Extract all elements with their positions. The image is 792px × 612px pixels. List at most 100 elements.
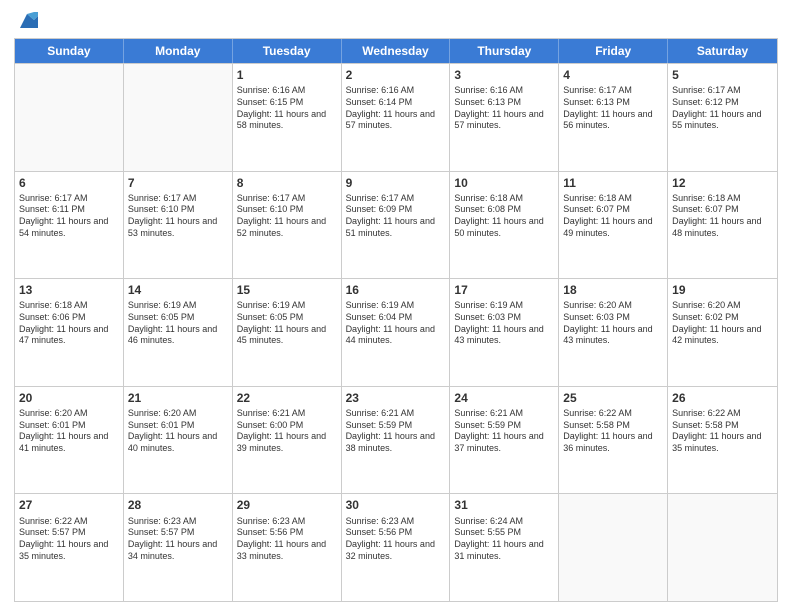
header-day: Sunday <box>15 39 124 63</box>
cell-info: Sunrise: 6:23 AM Sunset: 5:57 PM Dayligh… <box>128 516 228 563</box>
cell-info: Sunrise: 6:21 AM Sunset: 5:59 PM Dayligh… <box>454 408 554 455</box>
calendar-cell: 13Sunrise: 6:18 AM Sunset: 6:06 PM Dayli… <box>15 279 124 386</box>
header-day: Friday <box>559 39 668 63</box>
calendar-cell: 3 Sunrise: 6:16 AM Sunset: 6:13 PM Daylig… <box>450 64 559 171</box>
day-number: 16 <box>346 282 446 298</box>
day-number: 26 <box>672 390 773 406</box>
cell-info: Sunrise: 6:18 AM Sunset: 6:08 PM Dayligh… <box>454 193 554 240</box>
day-number: 27 <box>19 497 119 513</box>
day-number: 30 <box>346 497 446 513</box>
day-number: 12 <box>672 175 773 191</box>
calendar-cell <box>124 64 233 171</box>
calendar-row: 1 Sunrise: 6:16 AM Sunset: 6:15 PM Daylig… <box>15 63 777 171</box>
header-day: Wednesday <box>342 39 451 63</box>
cell-info: Sunrise: 6:19 AM Sunset: 6:03 PM Dayligh… <box>454 300 554 347</box>
calendar: SundayMondayTuesdayWednesdayThursdayFrid… <box>14 38 778 602</box>
calendar-cell: 21 Sunrise: 6:20 AM Sunset: 6:01 PM Dayli… <box>124 387 233 494</box>
calendar-cell: 25Sunrise: 6:22 AM Sunset: 5:58 PM Dayli… <box>559 387 668 494</box>
cell-info: Sunrise: 6:19 AM Sunset: 6:04 PM Dayligh… <box>346 300 446 347</box>
day-number: 2 <box>346 67 446 83</box>
day-number: 22 <box>237 390 337 406</box>
day-number: 23 <box>346 390 446 406</box>
calendar-cell: 24 Sunrise: 6:21 AM Sunset: 5:59 PM Dayli… <box>450 387 559 494</box>
cell-info: Sunrise: 6:18 AM Sunset: 6:07 PM Dayligh… <box>563 193 663 240</box>
day-number: 7 <box>128 175 228 191</box>
day-number: 24 <box>454 390 554 406</box>
calendar-cell: 4 Sunrise: 6:17 AM Sunset: 6:13 PM Daylig… <box>559 64 668 171</box>
calendar-cell: 11 Sunrise: 6:18 AM Sunset: 6:07 PM Dayli… <box>559 172 668 279</box>
calendar-cell: 6Sunrise: 6:17 AM Sunset: 6:11 PM Daylig… <box>15 172 124 279</box>
day-number: 5 <box>672 67 773 83</box>
calendar-cell: 16 Sunrise: 6:19 AM Sunset: 6:04 PM Dayli… <box>342 279 451 386</box>
cell-info: Sunrise: 6:20 AM Sunset: 6:01 PM Dayligh… <box>19 408 119 455</box>
calendar-cell: 26 Sunrise: 6:22 AM Sunset: 5:58 PM Dayli… <box>668 387 777 494</box>
calendar-cell: 31 Sunrise: 6:24 AM Sunset: 5:55 PM Dayli… <box>450 494 559 601</box>
day-number: 8 <box>237 175 337 191</box>
cell-info: Sunrise: 6:22 AM Sunset: 5:57 PM Dayligh… <box>19 516 119 563</box>
cell-info: Sunrise: 6:19 AM Sunset: 6:05 PM Dayligh… <box>237 300 337 347</box>
day-number: 21 <box>128 390 228 406</box>
day-number: 19 <box>672 282 773 298</box>
calendar-cell: 28 Sunrise: 6:23 AM Sunset: 5:57 PM Dayli… <box>124 494 233 601</box>
header-day: Thursday <box>450 39 559 63</box>
cell-info: Sunrise: 6:17 AM Sunset: 6:13 PM Dayligh… <box>563 85 663 132</box>
cell-info: Sunrise: 6:18 AM Sunset: 6:06 PM Dayligh… <box>19 300 119 347</box>
calendar-cell: 30 Sunrise: 6:23 AM Sunset: 5:56 PM Dayli… <box>342 494 451 601</box>
calendar-cell: 17 Sunrise: 6:19 AM Sunset: 6:03 PM Dayli… <box>450 279 559 386</box>
calendar-cell: 14Sunrise: 6:19 AM Sunset: 6:05 PM Dayli… <box>124 279 233 386</box>
day-number: 10 <box>454 175 554 191</box>
cell-info: Sunrise: 6:17 AM Sunset: 6:12 PM Dayligh… <box>672 85 773 132</box>
cell-info: Sunrise: 6:16 AM Sunset: 6:15 PM Dayligh… <box>237 85 337 132</box>
calendar-cell: 12 Sunrise: 6:18 AM Sunset: 6:07 PM Dayli… <box>668 172 777 279</box>
day-number: 14 <box>128 282 228 298</box>
calendar-cell <box>559 494 668 601</box>
cell-info: Sunrise: 6:22 AM Sunset: 5:58 PM Dayligh… <box>672 408 773 455</box>
day-number: 20 <box>19 390 119 406</box>
cell-info: Sunrise: 6:17 AM Sunset: 6:09 PM Dayligh… <box>346 193 446 240</box>
day-number: 17 <box>454 282 554 298</box>
calendar-cell <box>668 494 777 601</box>
calendar-cell: 5 Sunrise: 6:17 AM Sunset: 6:12 PM Daylig… <box>668 64 777 171</box>
calendar-row: 20 Sunrise: 6:20 AM Sunset: 6:01 PM Dayli… <box>15 386 777 494</box>
day-number: 29 <box>237 497 337 513</box>
cell-info: Sunrise: 6:20 AM Sunset: 6:01 PM Dayligh… <box>128 408 228 455</box>
day-number: 3 <box>454 67 554 83</box>
calendar-cell: 8Sunrise: 6:17 AM Sunset: 6:10 PM Daylig… <box>233 172 342 279</box>
page: SundayMondayTuesdayWednesdayThursdayFrid… <box>0 0 792 612</box>
day-number: 28 <box>128 497 228 513</box>
cell-info: Sunrise: 6:20 AM Sunset: 6:02 PM Dayligh… <box>672 300 773 347</box>
header <box>14 10 778 32</box>
calendar-cell: 29Sunrise: 6:23 AM Sunset: 5:56 PM Dayli… <box>233 494 342 601</box>
cell-info: Sunrise: 6:21 AM Sunset: 6:00 PM Dayligh… <box>237 408 337 455</box>
day-number: 6 <box>19 175 119 191</box>
calendar-row: 27 Sunrise: 6:22 AM Sunset: 5:57 PM Dayli… <box>15 493 777 601</box>
day-number: 9 <box>346 175 446 191</box>
day-number: 15 <box>237 282 337 298</box>
header-day: Saturday <box>668 39 777 63</box>
day-number: 4 <box>563 67 663 83</box>
calendar-header: SundayMondayTuesdayWednesdayThursdayFrid… <box>15 39 777 63</box>
cell-info: Sunrise: 6:21 AM Sunset: 5:59 PM Dayligh… <box>346 408 446 455</box>
day-number: 11 <box>563 175 663 191</box>
header-day: Monday <box>124 39 233 63</box>
calendar-cell: 9 Sunrise: 6:17 AM Sunset: 6:09 PM Daylig… <box>342 172 451 279</box>
cell-info: Sunrise: 6:23 AM Sunset: 5:56 PM Dayligh… <box>346 516 446 563</box>
calendar-cell: 18 Sunrise: 6:20 AM Sunset: 6:03 PM Dayli… <box>559 279 668 386</box>
cell-info: Sunrise: 6:20 AM Sunset: 6:03 PM Dayligh… <box>563 300 663 347</box>
day-number: 18 <box>563 282 663 298</box>
calendar-row: 13Sunrise: 6:18 AM Sunset: 6:06 PM Dayli… <box>15 278 777 386</box>
day-number: 31 <box>454 497 554 513</box>
logo <box>14 10 38 32</box>
day-number: 1 <box>237 67 337 83</box>
cell-info: Sunrise: 6:16 AM Sunset: 6:13 PM Dayligh… <box>454 85 554 132</box>
header-day: Tuesday <box>233 39 342 63</box>
cell-info: Sunrise: 6:18 AM Sunset: 6:07 PM Dayligh… <box>672 193 773 240</box>
calendar-body: 1 Sunrise: 6:16 AM Sunset: 6:15 PM Daylig… <box>15 63 777 601</box>
calendar-cell: 1 Sunrise: 6:16 AM Sunset: 6:15 PM Daylig… <box>233 64 342 171</box>
calendar-cell: 23 Sunrise: 6:21 AM Sunset: 5:59 PM Dayli… <box>342 387 451 494</box>
calendar-cell: 7 Sunrise: 6:17 AM Sunset: 6:10 PM Daylig… <box>124 172 233 279</box>
cell-info: Sunrise: 6:17 AM Sunset: 6:10 PM Dayligh… <box>128 193 228 240</box>
calendar-cell: 22 Sunrise: 6:21 AM Sunset: 6:00 PM Dayli… <box>233 387 342 494</box>
cell-info: Sunrise: 6:24 AM Sunset: 5:55 PM Dayligh… <box>454 516 554 563</box>
cell-info: Sunrise: 6:16 AM Sunset: 6:14 PM Dayligh… <box>346 85 446 132</box>
